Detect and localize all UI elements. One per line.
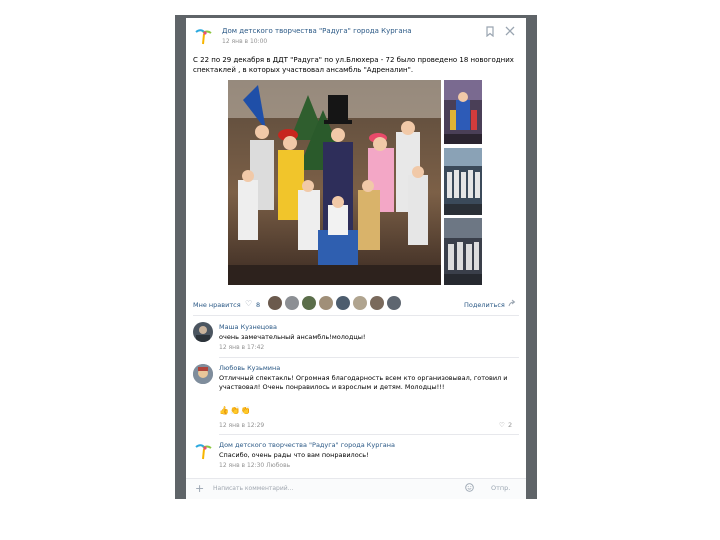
thumbnail-photo[interactable] bbox=[444, 148, 482, 215]
emoji-reactions: 👍👏👏 bbox=[219, 406, 252, 415]
send-button[interactable]: Отпр. bbox=[491, 484, 510, 492]
post-card: Дом детского творчества "Радуга" города … bbox=[186, 18, 526, 499]
likes-count[interactable]: 8 bbox=[256, 301, 260, 309]
comment-author[interactable]: Дом детского творчества "Радуга" города … bbox=[219, 441, 395, 449]
bookmark-icon[interactable] bbox=[485, 26, 495, 39]
post-time[interactable]: 12 янв в 10:00 bbox=[222, 38, 267, 45]
comment-time[interactable]: 12 янв в 17:42 bbox=[219, 344, 264, 351]
divider bbox=[219, 434, 519, 435]
liker-avatar[interactable] bbox=[336, 296, 350, 310]
comment-text: Спасибо, очень рады что вам понравилось! bbox=[219, 451, 369, 459]
heart-icon[interactable]: ♡ bbox=[245, 299, 252, 308]
thumbnail-photo[interactable] bbox=[444, 218, 482, 285]
liker-avatar[interactable] bbox=[302, 296, 316, 310]
comment-author[interactable]: Маша Кузнецова bbox=[219, 323, 277, 331]
comment-like-count[interactable]: 2 bbox=[508, 421, 512, 429]
group-logo[interactable] bbox=[193, 441, 213, 461]
group-logo[interactable] bbox=[193, 26, 213, 46]
liker-avatar[interactable] bbox=[319, 296, 333, 310]
comment-input[interactable] bbox=[213, 482, 478, 495]
liker-avatar[interactable] bbox=[268, 296, 282, 310]
post-text: С 22 по 29 декабря в ДДТ "Радуга" по ул.… bbox=[193, 56, 514, 74]
liker-avatar[interactable] bbox=[370, 296, 384, 310]
emoji-icon[interactable] bbox=[465, 483, 474, 495]
divider bbox=[219, 357, 519, 358]
comment-time[interactable]: 12 янв в 12:29 bbox=[219, 422, 264, 429]
comment-time[interactable]: 12 янв в 12:30 Любовь bbox=[219, 462, 290, 469]
like-button[interactable]: Мне нравится bbox=[193, 301, 241, 309]
comment-text: Отличный спектакль! Огромная благодарнос… bbox=[219, 374, 508, 391]
liker-avatar[interactable] bbox=[353, 296, 367, 310]
liker-avatar[interactable] bbox=[285, 296, 299, 310]
avatar[interactable] bbox=[193, 322, 213, 342]
share-button[interactable]: Поделиться bbox=[464, 301, 505, 309]
divider bbox=[193, 315, 519, 316]
main-photo[interactable] bbox=[228, 80, 441, 285]
comment-text: очень замечательный ансамбль!молодцы! bbox=[219, 333, 366, 341]
group-name-link[interactable]: Дом детского творчества "Радуга" города … bbox=[222, 27, 412, 35]
comment-author[interactable]: Любовь Кузьмина bbox=[219, 364, 280, 372]
comment-like-icon[interactable]: ♡ bbox=[499, 421, 505, 429]
thumbnail-photo[interactable] bbox=[444, 80, 482, 144]
close-icon[interactable] bbox=[505, 26, 515, 38]
attach-icon[interactable]: + bbox=[195, 483, 204, 494]
liker-avatar[interactable] bbox=[387, 296, 401, 310]
share-icon[interactable] bbox=[508, 299, 516, 309]
avatar[interactable] bbox=[193, 364, 213, 384]
